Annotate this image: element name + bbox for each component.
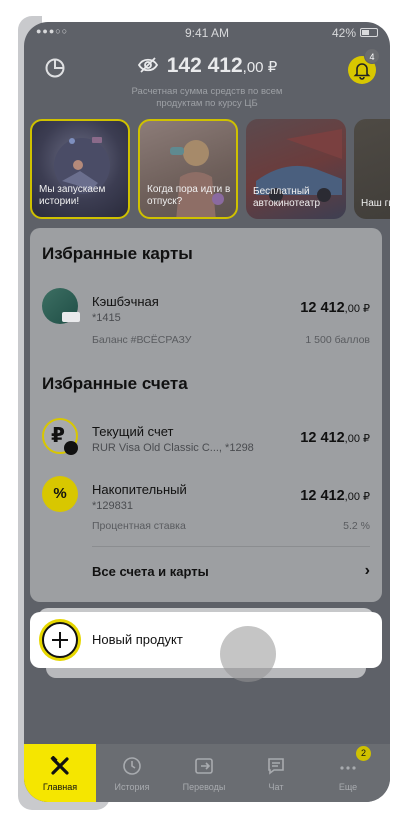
card-name: Кэшбэчная <box>92 294 159 309</box>
all-accounts-label: Все счета и карты <box>92 564 209 579</box>
favorite-accounts-title: Избранные счета <box>42 374 188 393</box>
account-amount: 12 412,00 ₽ <box>300 488 370 504</box>
divider <box>92 546 370 547</box>
story-text: Бесплатный автокинотеатр <box>253 186 321 209</box>
touch-indicator <box>220 626 276 682</box>
card-amount-int: 12 412 <box>300 300 345 316</box>
account-name: Текущий счет <box>92 424 174 439</box>
battery-icon <box>360 28 378 37</box>
transfer-icon <box>195 758 213 774</box>
more-icon <box>340 766 356 770</box>
card-amount-frac: ,00 ₽ <box>344 303 370 315</box>
card-thumbnail-icon <box>42 288 80 324</box>
notifications-button[interactable]: 4 <box>342 48 380 86</box>
account-number: RUR Visa Old Classic C..., *1298 <box>92 442 254 454</box>
story-text: Наш гид <box>361 198 390 209</box>
clock-icon <box>123 757 141 775</box>
ruble-glyph: ₽ <box>51 425 65 447</box>
new-product-button[interactable]: Новый продукт <box>30 612 382 668</box>
tab-more[interactable]: 2 Еще <box>312 744 384 802</box>
card-number: *1415 <box>92 312 121 324</box>
interest-rate-value: 5.2 % <box>343 520 370 532</box>
balance-fraction: ,00 ₽ <box>242 59 278 76</box>
phone-screen: ●●●○○ 9:41 AM 42% 142 412,00 ₽ Расчетная… <box>24 22 390 802</box>
battery-percent: 42% <box>331 26 356 40</box>
account-amount: 12 412,00 ₽ <box>300 430 370 446</box>
account-amount-frac: ,00 ₽ <box>344 491 370 503</box>
story-card[interactable]: Наш гид <box>354 119 390 219</box>
tab-transfers[interactable]: Переводы <box>168 744 240 802</box>
ruble-icon: ₽ <box>42 418 78 455</box>
story-card[interactable]: Бесплатный автокинотеатр <box>246 119 346 219</box>
tools-icon <box>50 756 69 775</box>
balance-subtitle: Расчетная сумма средств по всем продукта… <box>131 86 283 109</box>
tab-home[interactable]: Главная <box>24 744 96 802</box>
chevron-right-icon: › <box>364 562 370 579</box>
total-balance[interactable]: 142 412,00 ₽ <box>24 54 390 78</box>
tab-chat[interactable]: Чат <box>240 744 312 802</box>
tab-history[interactable]: История <box>96 744 168 802</box>
card-mini-icon <box>64 441 78 455</box>
balance-amount: 142 412 <box>166 54 243 77</box>
card-bonus-label: Баланс #ВСЁСРАЗУ <box>92 334 192 346</box>
account-amount-int: 12 412 <box>300 488 345 504</box>
card-amount: 12 412,00 ₽ <box>300 300 370 316</box>
status-bar: ●●●○○ 9:41 AM 42% <box>24 22 390 42</box>
account-amount-int: 12 412 <box>300 430 345 446</box>
story-text: Мы запускаем истории! <box>39 184 106 207</box>
visa-logo <box>62 312 80 322</box>
notifications-badge: 4 <box>364 48 380 64</box>
account-number: *129831 <box>92 500 133 512</box>
favorite-cards-title: Избранные карты <box>42 244 193 263</box>
hide-balance-icon[interactable] <box>137 57 159 73</box>
account-amount-frac: ,00 ₽ <box>344 433 370 445</box>
tab-bar: Главная История Переводы Чат 2 Еще <box>24 744 390 802</box>
balance-header: 142 412,00 ₽ Расчетная сумма средств по … <box>24 42 390 122</box>
tab-label: Переводы <box>182 782 226 792</box>
tab-label: Чат <box>268 782 284 792</box>
story-text: Когда пора идти в отпуск? <box>147 184 231 207</box>
new-product-label: Новый продукт <box>92 632 183 647</box>
story-card[interactable]: Когда пора идти в отпуск? <box>138 119 238 219</box>
screen: ●●●○○ 9:41 AM 42% 142 412,00 ₽ Расчетная… <box>0 0 410 820</box>
more-badge: 2 <box>356 746 371 761</box>
tab-label: Еще <box>338 782 358 792</box>
favorites-panel: Избранные карты Кэшбэчная *1415 12 412,0… <box>30 228 382 602</box>
chat-icon <box>268 758 284 775</box>
all-accounts-link[interactable]: Все счета и карты › <box>92 562 370 579</box>
tab-label: История <box>114 782 150 792</box>
story-card[interactable]: Мы запускаем истории! <box>30 119 130 219</box>
interest-rate-label: Процентная ставка <box>92 520 186 532</box>
card-bonus-value: 1 500 баллов <box>305 334 370 346</box>
percent-icon: % <box>42 476 78 512</box>
percent-glyph: % <box>53 485 67 502</box>
stories-carousel[interactable]: Мы запускаем истории! Когда пора идти в … <box>30 119 390 219</box>
plus-icon <box>42 622 78 658</box>
tab-label: Главная <box>42 782 78 792</box>
account-name: Накопительный <box>92 482 187 497</box>
